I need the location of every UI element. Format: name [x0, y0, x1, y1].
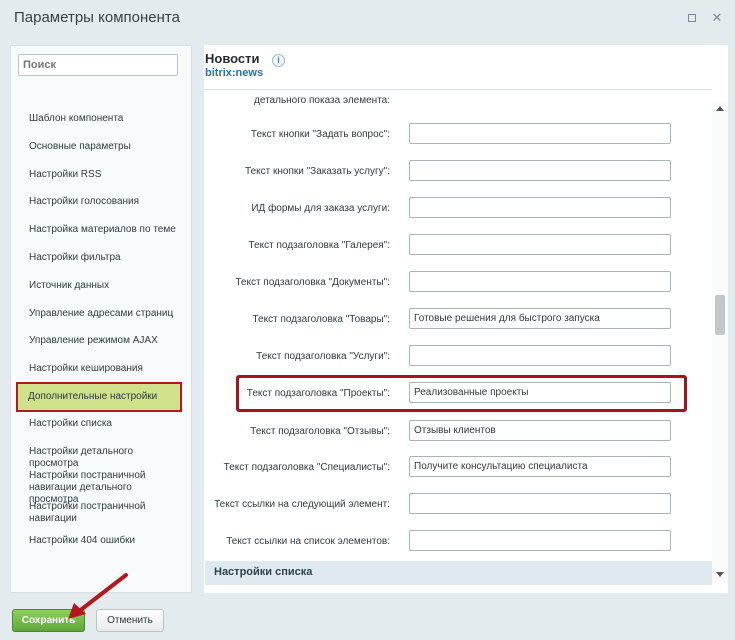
sidebar-item-urls[interactable]: Управление адресами страниц: [16, 308, 184, 320]
field-label: Текст подзаголовка "Отзывы":: [250, 426, 390, 437]
goods-subtitle-input[interactable]: [409, 308, 671, 329]
order-service-input[interactable]: [409, 160, 671, 181]
field-label: Текст ссылки на список элементов:: [226, 536, 390, 547]
field-label: Текст подзаголовка "Услуги":: [256, 351, 390, 362]
gallery-subtitle-input[interactable]: [409, 234, 671, 255]
list-link-input[interactable]: [409, 530, 671, 551]
arrow-pointer-icon: [68, 573, 128, 619]
sidebar-item-list[interactable]: Настройки списка: [16, 418, 184, 430]
field-label: Текст кнопки "Заказать услугу":: [245, 166, 390, 177]
sidebar-item-rss[interactable]: Настройки RSS: [16, 169, 184, 181]
dialog-title: Параметры компонента: [14, 9, 180, 26]
sidebar-item-ajax[interactable]: Управление режимом AJAX: [16, 335, 184, 347]
specialists-subtitle-input[interactable]: [409, 456, 671, 477]
sidebar-item-related[interactable]: Настройка материалов по теме: [16, 224, 184, 236]
form-id-input[interactable]: [409, 197, 671, 218]
scrollbar[interactable]: [712, 102, 728, 582]
field-label-partial: детального показа элемента:: [254, 95, 390, 106]
field-label: Текст ссылки на следующий элемент:: [214, 499, 390, 510]
sidebar-item-filter[interactable]: Настройки фильтра: [16, 252, 184, 264]
sidebar: Шаблон компонента Основные параметры Нас…: [10, 45, 192, 593]
sidebar-item-voting[interactable]: Настройки голосования: [16, 196, 184, 208]
maximize-icon[interactable]: [686, 12, 698, 24]
scroll-thumb[interactable]: [715, 295, 725, 335]
scroll-up-icon[interactable]: [716, 106, 724, 111]
close-icon[interactable]: ✕: [711, 11, 723, 24]
component-title: Новости: [205, 51, 260, 66]
sidebar-item-datasource[interactable]: Источник данных: [16, 280, 184, 292]
services-subtitle-input[interactable]: [409, 345, 671, 366]
field-label: Текст кнопки "Задать вопрос":: [250, 129, 390, 140]
field-label: ИД формы для заказа услуги:: [251, 203, 390, 214]
sidebar-item-404[interactable]: Настройки 404 ошибки: [16, 535, 184, 547]
ask-question-input[interactable]: [409, 123, 671, 144]
info-icon[interactable]: i: [272, 54, 285, 67]
field-label: Текст подзаголовка "Специалисты":: [223, 462, 390, 473]
component-params-dialog: Параметры компонента ✕ Шаблон компонента…: [0, 0, 735, 640]
title-bar: Параметры компонента ✕: [0, 0, 735, 40]
field-label: Текст подзаголовка "Документы":: [235, 277, 390, 288]
field-label: Текст подзаголовка "Товары":: [252, 314, 391, 325]
component-code: bitrix:news: [205, 67, 264, 79]
field-label: Текст подзаголовка "Галерея":: [248, 240, 390, 251]
sidebar-item-main[interactable]: Основные параметры: [16, 141, 184, 153]
sidebar-item-detail[interactable]: Настройки детального просмотра: [16, 446, 184, 470]
sidebar-item-cache[interactable]: Настройки кеширования: [16, 363, 184, 375]
divider: [204, 89, 712, 90]
content-panel: Новости i bitrix:news детального показа …: [204, 45, 728, 593]
reviews-subtitle-input[interactable]: [409, 420, 671, 441]
projects-subtitle-input[interactable]: [409, 382, 671, 403]
sidebar-item-template[interactable]: Шаблон компонента: [16, 113, 184, 125]
next-link-input[interactable]: [409, 493, 671, 514]
scroll-down-icon[interactable]: [716, 572, 724, 577]
field-label: Текст подзаголовка "Проекты":: [246, 388, 390, 399]
sidebar-item-pager[interactable]: Настройки постраничной навигации: [16, 501, 184, 525]
sidebar-item-additional[interactable]: Дополнительные настройки: [16, 382, 182, 412]
search-input[interactable]: [18, 54, 178, 76]
section-list-settings[interactable]: Настройки списка: [205, 561, 712, 585]
docs-subtitle-input[interactable]: [409, 271, 671, 292]
